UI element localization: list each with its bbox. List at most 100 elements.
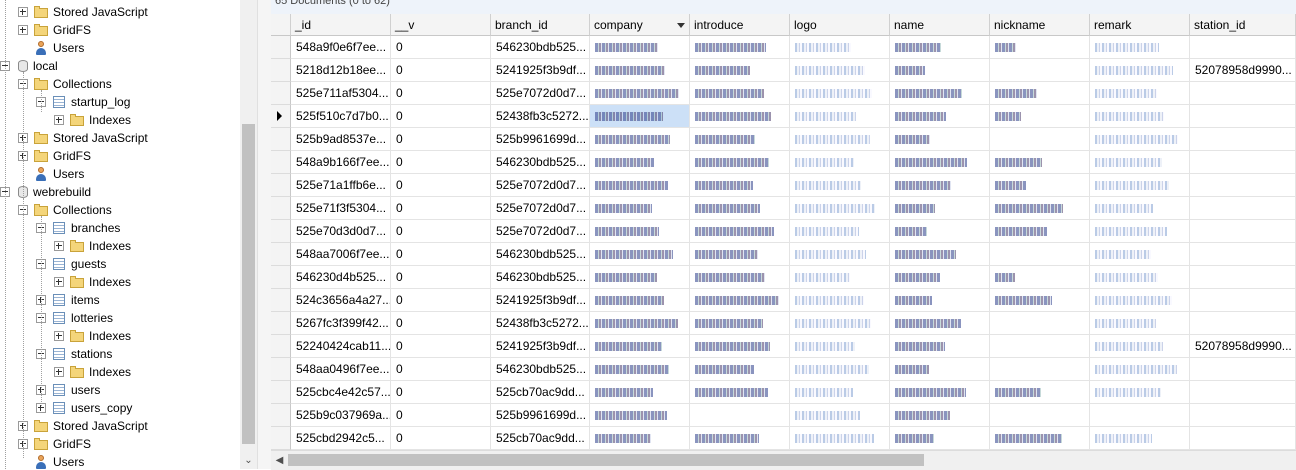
cell-logo[interactable] — [790, 243, 890, 266]
cell-company[interactable] — [590, 358, 690, 381]
cell-introduce[interactable] — [690, 358, 790, 381]
cell-remark[interactable] — [1090, 128, 1190, 151]
cell-v[interactable]: 0 — [391, 381, 491, 404]
cell-id[interactable]: 5218d12b18ee... — [291, 59, 391, 82]
cell-remark[interactable] — [1090, 59, 1190, 82]
cell-logo[interactable] — [790, 335, 890, 358]
tree-node-stored-javascript[interactable]: Stored JavaScript — [0, 3, 238, 21]
tree-node-webrebuild[interactable]: webrebuild — [0, 183, 238, 201]
cell-introduce[interactable] — [690, 381, 790, 404]
cell-name[interactable] — [890, 266, 990, 289]
row-header[interactable] — [271, 59, 291, 82]
cell-nickname[interactable] — [990, 243, 1090, 266]
cell-v[interactable]: 0 — [391, 36, 491, 59]
cell-v[interactable]: 0 — [391, 243, 491, 266]
cell-introduce[interactable] — [690, 197, 790, 220]
cell-nickname[interactable] — [990, 358, 1090, 381]
cell-v[interactable]: 0 — [391, 335, 491, 358]
cell-company[interactable] — [590, 82, 690, 105]
cell-remark[interactable] — [1090, 82, 1190, 105]
cell-introduce[interactable] — [690, 128, 790, 151]
cell-introduce[interactable] — [690, 404, 790, 427]
cell-id[interactable]: 525e71a1ffb6e... — [291, 174, 391, 197]
cell-id[interactable]: 548aa0496f7ee... — [291, 358, 391, 381]
cell-branch-id[interactable]: 525cb70ac9dd... — [491, 427, 590, 450]
cell-nickname[interactable] — [990, 404, 1090, 427]
column-header-name[interactable]: name — [890, 14, 990, 36]
cell-company[interactable] — [590, 335, 690, 358]
cell-station-id[interactable] — [1190, 197, 1296, 220]
cell-nickname[interactable] — [990, 59, 1090, 82]
cell-id[interactable]: 524c3656a4a27... — [291, 289, 391, 312]
cell-company[interactable] — [590, 59, 690, 82]
cell-station-id[interactable] — [1190, 427, 1296, 450]
row-header[interactable] — [271, 220, 291, 243]
cell-branch-id[interactable]: 525e7072d0d7... — [491, 220, 590, 243]
panel-splitter[interactable] — [257, 0, 272, 469]
cell-nickname[interactable] — [990, 105, 1090, 128]
cell-v[interactable]: 0 — [391, 128, 491, 151]
expand-icon[interactable] — [18, 7, 28, 17]
cell-v[interactable]: 0 — [391, 358, 491, 381]
cell-company[interactable] — [590, 404, 690, 427]
tree-node-branches[interactable]: branches — [0, 219, 238, 237]
cell-remark[interactable] — [1090, 243, 1190, 266]
cell-nickname[interactable] — [990, 289, 1090, 312]
cell-branch-id[interactable]: 525b9961699d... — [491, 128, 590, 151]
expand-icon[interactable] — [54, 241, 64, 251]
column-header-logo[interactable]: logo — [790, 14, 890, 36]
cell-branch-id[interactable]: 525b9961699d... — [491, 404, 590, 427]
cell-station-id[interactable] — [1190, 128, 1296, 151]
sort-descending-icon[interactable] — [677, 23, 685, 28]
grid-scrollbar-thumb[interactable] — [288, 454, 924, 466]
cell-station-id[interactable] — [1190, 36, 1296, 59]
cell-introduce[interactable] — [690, 266, 790, 289]
cell-introduce[interactable] — [690, 335, 790, 358]
cell-station-id[interactable]: 52078958d9990... — [1190, 335, 1296, 358]
cell-name[interactable] — [890, 335, 990, 358]
cell-branch-id[interactable]: 546230bdb525... — [491, 243, 590, 266]
cell-remark[interactable] — [1090, 105, 1190, 128]
tree-node-indexes[interactable]: Indexes — [0, 111, 238, 129]
column-header-v[interactable]: __v — [391, 14, 491, 36]
cell-logo[interactable] — [790, 105, 890, 128]
cell-station-id[interactable] — [1190, 289, 1296, 312]
cell-company[interactable] — [590, 128, 690, 151]
cell-id[interactable]: 548a9f0e6f7ee... — [291, 36, 391, 59]
tree-node-collections[interactable]: Collections — [0, 75, 238, 93]
cell-id[interactable]: 525e71f3f5304... — [291, 197, 391, 220]
cell-company[interactable] — [590, 381, 690, 404]
cell-id[interactable]: 546230d4b525... — [291, 266, 391, 289]
cell-branch-id[interactable]: 525e7072d0d7... — [491, 197, 590, 220]
row-header[interactable] — [271, 36, 291, 59]
documents-grid[interactable]: 65 Documents (0 to 62) _id __v branch_id co… — [271, 0, 1296, 469]
cell-nickname[interactable] — [990, 427, 1090, 450]
cell-introduce[interactable] — [690, 427, 790, 450]
cell-branch-id[interactable]: 525e7072d0d7... — [491, 174, 590, 197]
column-header-nickname[interactable]: nickname — [990, 14, 1090, 36]
column-header-branch-id[interactable]: branch_id — [491, 14, 590, 36]
cell-station-id[interactable] — [1190, 404, 1296, 427]
cell-introduce[interactable] — [690, 243, 790, 266]
cell-remark[interactable] — [1090, 174, 1190, 197]
cell-station-id[interactable] — [1190, 243, 1296, 266]
cell-nickname[interactable] — [990, 174, 1090, 197]
cell-company[interactable] — [590, 220, 690, 243]
cell-logo[interactable] — [790, 197, 890, 220]
cell-logo[interactable] — [790, 82, 890, 105]
row-header[interactable] — [271, 266, 291, 289]
cell-branch-id[interactable]: 52438fb3c5272... — [491, 312, 590, 335]
cell-id[interactable]: 548a9b166f7ee... — [291, 151, 391, 174]
cell-v[interactable]: 0 — [391, 197, 491, 220]
row-header[interactable] — [271, 427, 291, 450]
cell-remark[interactable] — [1090, 404, 1190, 427]
cell-station-id[interactable] — [1190, 266, 1296, 289]
cell-v[interactable]: 0 — [391, 174, 491, 197]
row-header[interactable] — [271, 128, 291, 151]
cell-remark[interactable] — [1090, 358, 1190, 381]
cell-branch-id[interactable]: 52438fb3c5272... — [491, 105, 590, 128]
column-header-station-id[interactable]: station_id — [1190, 14, 1296, 36]
cell-id[interactable]: 525cbc4e42c57... — [291, 381, 391, 404]
cell-branch-id[interactable]: 5241925f3b9df... — [491, 59, 590, 82]
cell-company[interactable] — [590, 427, 690, 450]
